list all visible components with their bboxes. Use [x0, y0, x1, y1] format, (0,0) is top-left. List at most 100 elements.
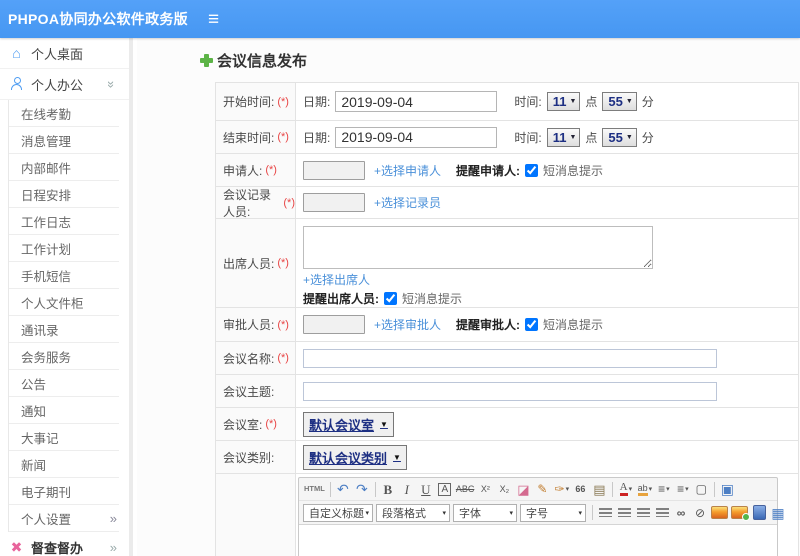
date-label: 日期: [303, 95, 331, 109]
sidebar-item-work-plan[interactable]: 工作计划 [9, 235, 119, 262]
html-source-button[interactable]: HTML [303, 480, 327, 499]
subscript-icon[interactable]: X₂ [495, 480, 514, 499]
field-label: 会议名称: [223, 351, 275, 366]
sidebar-item-e-journal[interactable]: 电子期刊 [9, 478, 119, 505]
sidebar-item-internal-mail[interactable]: 内部邮件 [9, 154, 119, 181]
meeting-room-select[interactable]: 默认会议室 ▼ [303, 411, 394, 437]
remind-attendees-checkbox[interactable] [384, 292, 397, 305]
select-arrow-icon: ▼ [569, 98, 577, 105]
remind-applicant-checkbox[interactable] [525, 163, 539, 177]
underline-icon[interactable]: U [417, 480, 436, 499]
approver-input[interactable] [303, 315, 365, 334]
choose-applicant-link[interactable]: +选择申请人 [374, 162, 441, 179]
sidebar-item-online-attendance[interactable]: 在线考勤 [9, 100, 119, 127]
field-label: 审批人员: [223, 318, 275, 332]
sms-hint-label: 短消息提示 [402, 292, 463, 306]
sidebar-item-personal-settings[interactable]: 个人设置 » [9, 505, 119, 532]
meeting-name-input[interactable] [303, 348, 717, 368]
start-hour-select[interactable]: 11 ▼ [546, 92, 581, 111]
end-hour-select[interactable]: 11 ▼ [546, 127, 581, 147]
sidebar-item-personal-cabinet[interactable]: 个人文件柜 [9, 289, 119, 316]
field-label: 会议室: [223, 417, 263, 432]
required-mark: (*) [283, 196, 295, 209]
sidebar-item-personal-desktop[interactable]: ⌂ 个人桌面 [0, 38, 129, 69]
choose-recorder-link[interactable]: +选择记录员 [374, 194, 441, 211]
required-mark: (*) [277, 95, 289, 108]
separator [612, 481, 614, 497]
blockquote-icon[interactable]: 66 [571, 480, 590, 499]
sidebar-item-news[interactable]: 新闻 [9, 451, 119, 478]
char-border-icon[interactable]: A [436, 480, 455, 499]
clean-format-brush-icon[interactable]: ✎ [533, 480, 552, 499]
sidebar-item-memorabilia[interactable]: 大事记 [9, 424, 119, 451]
font-size-select[interactable]: 字号 ▾ [520, 503, 586, 522]
app-header: PHPOA协同办公软件政务版 ≡ [0, 0, 800, 38]
end-date-input[interactable] [335, 126, 498, 148]
sidebar-item-personal-office[interactable]: 个人办公 » [0, 69, 129, 100]
strikethrough-icon[interactable]: ABC [455, 480, 477, 499]
undo-icon[interactable]: ↶ [334, 480, 353, 499]
row-editor: HTML ↶ ↷ B I U A ABC X² X₂ ◪ ✎ ✑ ▾ 66 ▤ … [215, 474, 799, 556]
hamburger-menu-icon[interactable]: ≡ [208, 10, 219, 29]
field-label: 申请人: [223, 163, 263, 178]
row-approver: 审批人员: (*) +选择审批人 提醒审批人: 短消息提示 [215, 308, 799, 342]
custom-heading-select[interactable]: 自定义标题 ▾ [303, 503, 373, 522]
sidebar-item-supervision[interactable]: ✖ 督查督办 » [0, 532, 129, 556]
separator [374, 481, 376, 497]
row-recorder: 会议记录人员: (*) +选择记录员 [215, 187, 799, 219]
format-painter-dropdown[interactable]: ✑ ▾ [552, 480, 571, 499]
sidebar-item-announcement[interactable]: 公告 [9, 370, 119, 397]
meeting-category-select[interactable]: 默认会议类别 ▼ [303, 444, 407, 470]
remind-approver-checkbox[interactable] [525, 318, 539, 331]
required-mark: (*) [277, 257, 289, 269]
ordered-list-icon[interactable]: ≡ ▾ [654, 480, 673, 499]
sidebar-item-mobile-sms[interactable]: 手机短信 [9, 262, 119, 289]
sidebar-item-message-management[interactable]: 消息管理 [9, 127, 119, 154]
sidebar-item-schedule[interactable]: 日程安排 [9, 181, 119, 208]
sidebar-item-meeting-service[interactable]: 会务服务 [9, 343, 119, 370]
editor-content-area[interactable] [299, 524, 777, 556]
paragraph-format-select[interactable]: 段落格式 ▾ [376, 503, 450, 522]
separator [714, 481, 716, 497]
sidebar-item-work-log[interactable]: 工作日志 [9, 208, 119, 235]
redo-icon[interactable]: ↷ [353, 480, 372, 499]
italic-icon[interactable]: I [398, 480, 417, 499]
time-label: 时间: [514, 130, 542, 145]
insert-media-icon[interactable] [750, 503, 769, 522]
paste-icon[interactable]: ▤ [590, 480, 609, 499]
eraser-icon[interactable]: ◪ [514, 480, 533, 499]
sidebar-item-contacts[interactable]: 通讯录 [9, 316, 119, 343]
remind-approver-label: 提醒审批人: [456, 318, 521, 332]
applicant-input[interactable] [303, 160, 365, 180]
fullscreen-icon[interactable]: ▣ [718, 480, 737, 499]
row-applicant: 申请人: (*) +选择申请人 提醒申请人: 短消息提示 [215, 154, 799, 187]
home-icon: ⌂ [12, 45, 21, 61]
align-justify-icon[interactable] [653, 503, 672, 522]
end-minute-select[interactable]: 55 ▼ [602, 127, 637, 147]
font-color-icon[interactable]: A ▾ [616, 480, 635, 499]
insert-image-icon[interactable] [710, 503, 730, 522]
recorder-input[interactable] [303, 193, 365, 212]
insert-table-icon[interactable]: ▦ [769, 503, 788, 522]
start-date-input[interactable] [335, 91, 498, 112]
choose-attendees-link[interactable]: +选择出席人 [303, 271, 370, 288]
unlink-icon[interactable]: ⊘ [691, 503, 710, 522]
superscript-icon[interactable]: X² [476, 480, 495, 499]
unordered-list-icon[interactable]: ≡ ▾ [673, 480, 692, 499]
bold-icon[interactable]: B [379, 480, 398, 499]
highlight-color-icon[interactable]: ab ▾ [635, 480, 654, 499]
align-left-icon[interactable] [596, 503, 615, 522]
align-right-icon[interactable] [634, 503, 653, 522]
attendees-textarea[interactable] [303, 226, 653, 269]
hour-unit-label: 点 [585, 95, 598, 109]
start-minute-select[interactable]: 55 ▼ [602, 92, 637, 111]
link-icon[interactable]: ∞ [672, 503, 691, 522]
new-document-icon[interactable]: ▢ [692, 480, 711, 499]
font-family-select[interactable]: 字体 ▾ [453, 503, 517, 522]
choose-approver-link[interactable]: +选择审批人 [374, 316, 441, 333]
sidebar-item-notice[interactable]: 通知 [9, 397, 119, 424]
align-center-icon[interactable] [615, 503, 634, 522]
sms-hint-label: 短消息提示 [543, 318, 604, 332]
meeting-subject-input[interactable] [303, 381, 717, 401]
upload-image-icon[interactable] [730, 503, 750, 522]
